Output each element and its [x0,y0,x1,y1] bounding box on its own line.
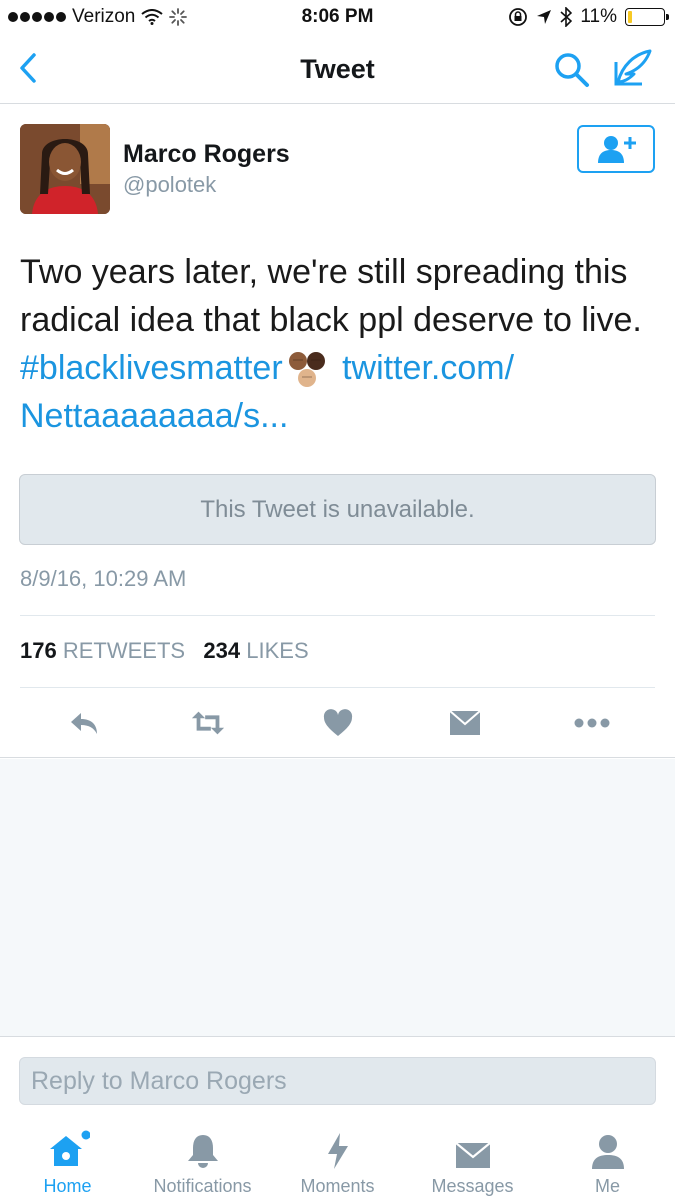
url-link[interactable]: twitter.com/ [342,349,514,387]
envelope-icon [454,1142,491,1168]
direct-message-button[interactable] [447,708,483,738]
envelope-icon [449,710,481,735]
add-user-icon [598,136,636,163]
battery-icon [625,8,669,26]
nav-bar: Tweet [0,34,675,104]
like-label: LIKES [246,638,309,663]
tab-notifications[interactable]: Notifications [135,1130,270,1197]
battery-percent: 11% [580,6,617,27]
tab-messages[interactable]: Messages [405,1130,540,1197]
tweet-text: Two years later, we're still spreading t… [20,248,660,440]
search-icon[interactable] [552,50,592,90]
tab-me[interactable]: Me [540,1130,675,1197]
likes-stat[interactable]: 234 LIKES [203,638,308,663]
tab-label: Notifications [153,1176,252,1196]
hashtag-link[interactable]: #blacklivesmatter [20,349,283,387]
author-name[interactable]: Marco Rogers [123,140,290,169]
like-count: 234 [203,638,241,663]
retweet-count: 176 [20,638,57,663]
tab-label: Moments [300,1176,375,1196]
compose-tweet-icon[interactable] [612,48,654,88]
tweet-timestamp: 8/9/16, 10:29 AM [20,566,187,591]
tweet-text-line: radical idea that black ppl deserve to l… [20,301,642,339]
reply-button[interactable] [66,708,102,738]
retweets-stat[interactable]: 176 RETWEETS [20,638,185,663]
tab-home[interactable]: Home [0,1130,135,1197]
reply-input[interactable]: Reply to Marco Rogers [19,1057,656,1105]
tweet-actions [0,688,675,758]
rotation-lock-icon [509,8,528,26]
tab-moments[interactable]: Moments [270,1130,405,1197]
reply-icon [71,713,97,734]
tab-label: Me [594,1176,620,1196]
engagement-stats: 176 RETWEETS 234 LIKES [20,638,309,664]
url-link-continued[interactable]: Nettaaaaaaaa/s... [20,397,288,435]
avatar[interactable] [20,124,110,214]
location-arrow-icon [537,10,552,24]
tab-bar: Home Notifications Moments Messages Me [0,1120,675,1200]
follow-button[interactable] [577,125,655,173]
more-options-button[interactable] [574,708,610,738]
bell-icon [187,1135,218,1168]
home-icon [49,1130,90,1166]
tab-label: Home [43,1176,92,1196]
battery-fill [628,11,632,23]
quoted-tweet-unavailable: This Tweet is unavailable. [19,474,656,545]
lightning-icon [327,1133,348,1169]
bluetooth-icon [560,7,573,27]
empty-replies-area [0,759,675,1037]
retweet-button[interactable] [190,708,226,738]
raised-fists-emoji-icon [288,352,325,388]
retweet-icon [191,711,225,735]
retweet-label: RETWEETS [62,638,186,663]
quoted-tweet-message: This Tweet is unavailable. [200,495,475,523]
status-bar: Verizon 8:06 PM 11% [0,0,675,34]
status-right: 11% [508,6,669,28]
person-icon [591,1135,624,1169]
tab-label: Messages [431,1176,514,1196]
like-button[interactable] [320,708,356,738]
heart-icon [323,709,353,736]
tweet-text-line: Two years later, we're still spreading t… [20,253,628,291]
author-handle[interactable]: @polotek [123,172,216,198]
divider [20,615,655,616]
more-dots-icon [574,718,610,728]
